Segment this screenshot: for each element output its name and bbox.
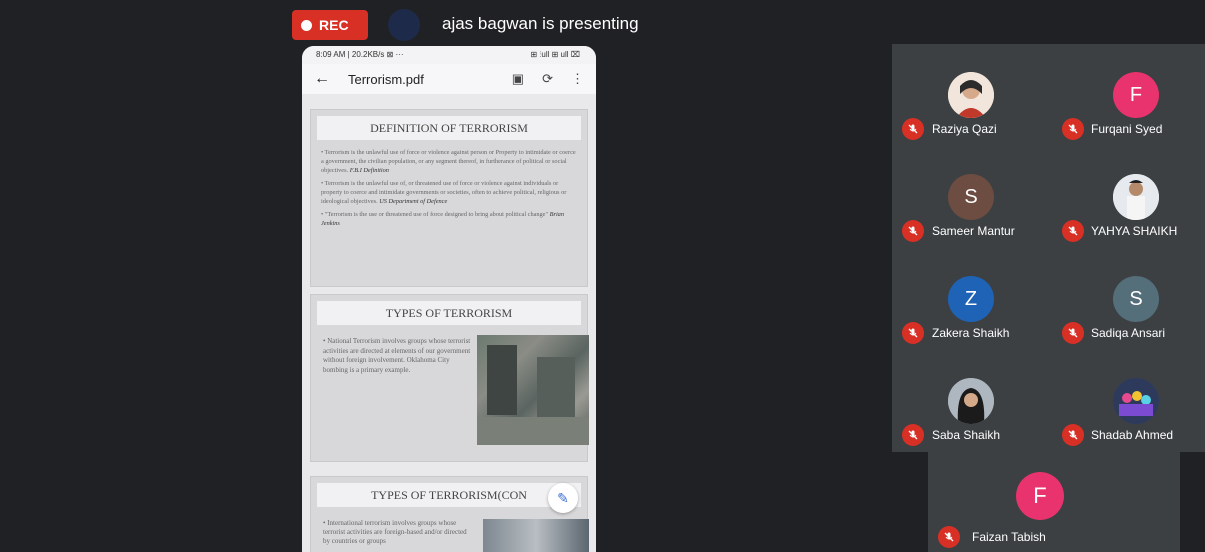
participant-name: Sameer Mantur	[932, 224, 1015, 238]
participants-grid: Raziya Qazi F Furqani Syed S Sameer Mant…	[892, 44, 1205, 452]
slide-text: • National Terrorism involves groups who…	[323, 337, 471, 374]
avatar	[1113, 378, 1159, 424]
participant-name: Shadab Ahmed	[1091, 428, 1174, 442]
participant-name: Saba Shaikh	[932, 428, 1001, 442]
slide-body: • Terrorism is the unlawful use of force…	[311, 140, 587, 240]
recording-badge[interactable]: REC	[292, 10, 368, 40]
bombing-photo	[477, 335, 589, 445]
participant-name: Zakera Shaikh	[932, 326, 1010, 340]
participant-tile[interactable]: F Faizan Tabish	[928, 452, 1180, 552]
slide-attribution: F.B.I Definition	[349, 167, 389, 174]
slide-heading: TYPES OF TERRORISM(CON	[317, 483, 581, 507]
slide-text: • International terrorism involves group…	[323, 519, 467, 545]
participant-name: Furqani Syed	[1091, 122, 1163, 136]
slide-attribution: US Department of Defence	[379, 198, 448, 205]
avatar	[948, 72, 994, 118]
pencil-icon[interactable]: ✎	[548, 483, 578, 513]
pdf-slide-definition: DEFINITION OF TERRORISM • Terrorism is t…	[310, 109, 588, 287]
record-dot-icon	[301, 19, 312, 31]
participant-tile[interactable]: S Sadiqa Ansari	[1049, 248, 1205, 350]
participant-tile[interactable]: Saba Shaikh	[892, 350, 1048, 452]
participant-tile[interactable]: S Sameer Mantur	[892, 146, 1048, 248]
mic-off-icon	[1062, 322, 1084, 344]
status-right: ⊞ ⫶ull ⊞ ull ⌧	[530, 50, 580, 59]
arrow-back-icon[interactable]: ←	[314, 70, 330, 88]
avatar	[948, 378, 994, 424]
participant-name: Faizan Tabish	[972, 530, 1046, 544]
avatar: F	[1113, 72, 1159, 118]
meeting-stage: REC ajas bagwan is presenting 8:09 AM | …	[0, 0, 1205, 552]
more-vert-icon[interactable]: ⋮	[571, 71, 584, 87]
presenter-avatar	[388, 9, 420, 41]
participant-name: Sadiqa Ansari	[1091, 326, 1166, 340]
shared-screen: 8:09 AM | 20.2KB/s ⊠ ··· ⊞ ⫶ull ⊞ ull ⌧ …	[302, 46, 596, 552]
mic-off-icon	[902, 220, 924, 242]
mic-off-icon	[1062, 118, 1084, 140]
avatar: F	[1016, 472, 1064, 520]
pdf-file-title: Terrorism.pdf	[348, 71, 424, 87]
avatar: Z	[948, 276, 994, 322]
participant-tile[interactable]: Shadab Ahmed	[1049, 350, 1205, 452]
recording-label: REC	[319, 17, 349, 33]
participant-tile[interactable]: YAHYA SHAIKH	[1049, 146, 1205, 248]
avatar: S	[1113, 276, 1159, 322]
mic-off-icon	[902, 424, 924, 446]
status-left: 8:09 AM | 20.2KB/s ⊠ ···	[316, 50, 404, 59]
pdf-slide-types-cont: TYPES OF TERRORISM(CON • International t…	[310, 476, 589, 552]
participant-name: Raziya Qazi	[932, 122, 997, 136]
participant-tile[interactable]: F Furqani Syed	[1049, 44, 1205, 146]
pdf-app-bar: ← Terrorism.pdf ▣ ⟳ ⋮	[302, 64, 596, 94]
pdf-slide-types: TYPES OF TERRORISM • National Terrorism …	[310, 294, 589, 462]
mic-off-icon	[1062, 220, 1084, 242]
participant-name: YAHYA SHAIKH	[1091, 224, 1178, 238]
slide-paragraph: • "Terrorism is the use or threatened us…	[321, 211, 549, 218]
mic-off-icon	[902, 322, 924, 344]
mic-off-icon	[1062, 424, 1084, 446]
participant-tile[interactable]: Raziya Qazi	[892, 44, 1048, 146]
phone-status-bar: 8:09 AM | 20.2KB/s ⊠ ··· ⊞ ⫶ull ⊞ ull ⌧	[302, 46, 596, 64]
participant-tile[interactable]: Z Zakera Shaikh	[892, 248, 1048, 350]
presenting-text: ajas bagwan is presenting	[442, 14, 639, 33]
slide-heading: DEFINITION OF TERRORISM	[317, 116, 581, 140]
avatar: S	[948, 174, 994, 220]
slide-heading: TYPES OF TERRORISM	[317, 301, 581, 325]
share-icon[interactable]: ⟳	[542, 71, 553, 87]
document-icon[interactable]: ▣	[512, 71, 524, 87]
mic-off-icon	[938, 526, 960, 548]
avatar	[1113, 174, 1159, 220]
mic-off-icon	[902, 118, 924, 140]
slide-photo	[483, 519, 589, 552]
